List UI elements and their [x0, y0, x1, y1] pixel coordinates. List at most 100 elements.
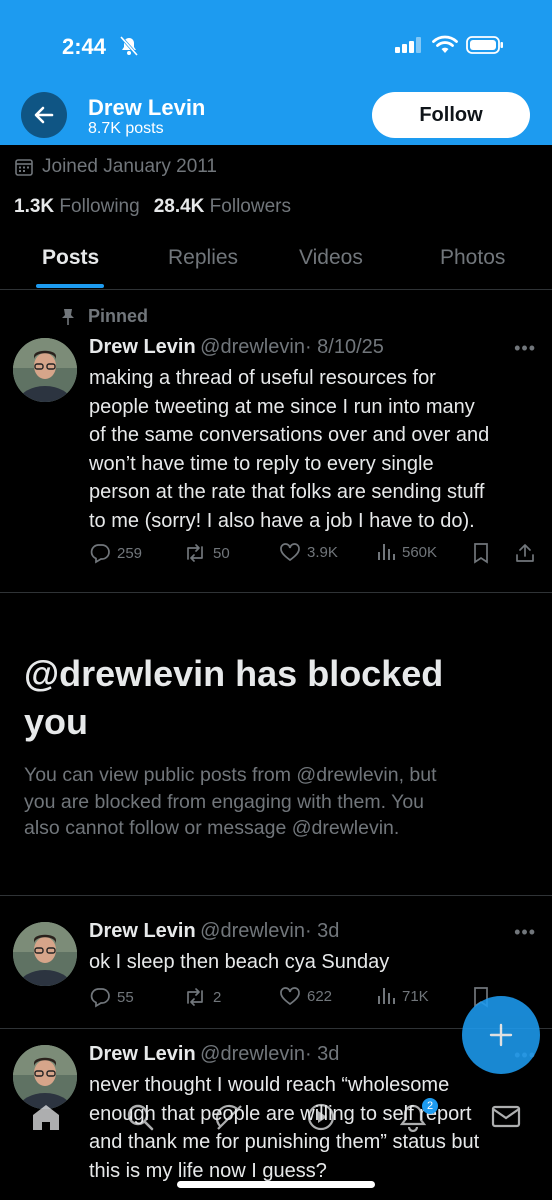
like-count: 3.9K: [307, 543, 338, 561]
followers-count: 28.4K: [153, 196, 205, 217]
tweet-author-handle: @drewlevin: [200, 1043, 305, 1065]
plus-icon: [489, 1023, 513, 1047]
reply-button[interactable]: 55: [89, 986, 134, 1008]
reply-icon: [90, 988, 110, 1008]
tweet-line: to me (sorry! I also have a job I have t…: [89, 509, 475, 532]
views-button[interactable]: 71K: [376, 986, 429, 1006]
status-time: 2:44: [62, 34, 107, 59]
tweet-author-handle: @drewlevin: [200, 336, 305, 358]
heart-icon: [280, 987, 300, 1006]
reply-count: 55: [117, 988, 134, 1006]
joined-text: Joined January 2011: [42, 156, 217, 177]
top-bar: 2:44 Drew Levin 8.7K posts Follow: [0, 0, 552, 145]
reply-button[interactable]: 259: [89, 542, 142, 564]
home-indicator: [177, 1181, 375, 1188]
tweet-line: person at the rate that folks are sendin…: [89, 481, 485, 503]
tweet-text: ok I sleep then beach cya Sunday: [89, 948, 544, 977]
follow-button[interactable]: Follow: [372, 92, 530, 138]
tweet-text: making a thread of useful resources for …: [89, 364, 544, 535]
tweet-author-name[interactable]: Drew Levin: [89, 336, 196, 358]
heart-icon: [280, 543, 300, 562]
active-tab-indicator: [36, 284, 104, 288]
tweet-line: of the same conversations over and over …: [89, 424, 490, 446]
tweet-author-handle: @drewlevin: [200, 920, 305, 942]
pinned-label: Pinned: [60, 306, 148, 327]
repost-icon: [187, 544, 203, 562]
joined-date: Joined January 2011: [14, 156, 217, 178]
more-options-icon[interactable]: •••: [514, 338, 536, 359]
back-button[interactable]: [21, 92, 67, 138]
tweet-author-name[interactable]: Drew Levin: [89, 920, 196, 942]
repost-count: 50: [213, 544, 230, 562]
blocked-line: you are blocked from engaging with them.…: [24, 790, 425, 813]
reply-icon: [90, 544, 110, 564]
followers-link[interactable]: 28.4K Followers: [154, 196, 291, 217]
bookmark-icon: [474, 543, 488, 564]
header-post-count: 8.7K posts: [88, 120, 164, 137]
share-icon: [516, 544, 534, 562]
messages-envelope-icon[interactable]: [490, 1102, 522, 1135]
bookmark-button[interactable]: [472, 542, 490, 564]
following-count: 1.3K: [14, 196, 55, 217]
blocked-line: You can view public posts from @drewlevi…: [24, 764, 437, 786]
tweet-author-name[interactable]: Drew Levin: [89, 1043, 196, 1065]
following-link[interactable]: 1.3K Following: [14, 196, 140, 217]
tab-videos[interactable]: Videos: [299, 246, 363, 270]
blocked-description: You can view public posts from @drewlevi…: [24, 762, 524, 842]
views-chart-icon: [378, 988, 395, 1004]
like-count: 622: [307, 987, 333, 1005]
reply-count: 259: [117, 544, 143, 562]
tweet-actions: 259 50 3.9K 560K: [89, 542, 539, 570]
tab-posts[interactable]: Posts: [42, 246, 99, 270]
tweet-header: Drew Levin @drewlevin· 3d: [89, 920, 339, 943]
arrow-left-icon: [34, 106, 54, 124]
tweet-header: Drew Levin @drewlevin· 3d: [89, 1043, 339, 1066]
tweet-header: Drew Levin @drewlevin· 8/10/25: [89, 336, 384, 359]
more-options-icon[interactable]: •••: [514, 922, 536, 943]
compose-post-button[interactable]: [462, 996, 540, 1074]
repost-count: 2: [213, 988, 222, 1006]
tweet-date[interactable]: · 3d: [305, 920, 339, 942]
following-label: Following: [59, 196, 140, 217]
pin-icon: [62, 308, 74, 325]
grok-icon[interactable]: [214, 1102, 244, 1137]
divider: [0, 592, 552, 593]
like-button[interactable]: 3.9K: [279, 542, 338, 562]
pinned-text: Pinned: [88, 306, 149, 326]
repost-button[interactable]: 50: [183, 542, 230, 564]
header-profile-name: Drew Levin: [88, 95, 206, 120]
divider: [0, 895, 552, 896]
views-chart-icon: [378, 544, 395, 560]
profile-tabs: Posts Replies Videos Photos: [0, 232, 552, 290]
blocked-title: @drewlevin has blocked you: [24, 650, 534, 746]
tweet-date[interactable]: · 3d: [305, 1043, 339, 1065]
like-button[interactable]: 622: [279, 986, 332, 1006]
notification-badge: 2: [422, 1098, 438, 1114]
calendar-icon: [15, 159, 33, 176]
repost-button[interactable]: 2: [183, 986, 221, 1008]
tweet-line: ok I sleep then beach cya Sunday: [89, 951, 390, 973]
tab-replies[interactable]: Replies: [168, 246, 238, 270]
wifi-icon: [432, 35, 458, 60]
avatar[interactable]: [13, 338, 77, 402]
tab-photos[interactable]: Photos: [440, 246, 505, 270]
followers-label: Followers: [209, 196, 291, 217]
follow-counts: 1.3K Following 28.4K Followers: [14, 196, 291, 218]
play-circle-icon[interactable]: [306, 1102, 336, 1137]
cellular-signal-icon: [395, 37, 423, 58]
repost-icon: [187, 988, 203, 1006]
tweet-line: making a thread of useful resources for: [89, 367, 436, 389]
share-button[interactable]: [514, 542, 536, 564]
tweet-line: people tweeting at me since I run into m…: [89, 395, 475, 418]
views-button[interactable]: 560K: [376, 542, 437, 562]
search-icon[interactable]: [125, 1102, 155, 1137]
tweet-date[interactable]: · 8/10/25: [305, 336, 384, 358]
view-count: 71K: [402, 987, 429, 1005]
home-icon[interactable]: [30, 1102, 62, 1137]
bell-slash-icon: [118, 36, 140, 61]
blocked-line: also cannot follow or message @drewlevin…: [24, 817, 400, 839]
battery-icon: [466, 36, 504, 59]
avatar[interactable]: [13, 922, 77, 986]
tweet-line: won’t have time to reply to every single: [89, 452, 434, 475]
blocked-title-line: @drewlevin has blocked: [24, 653, 444, 694]
